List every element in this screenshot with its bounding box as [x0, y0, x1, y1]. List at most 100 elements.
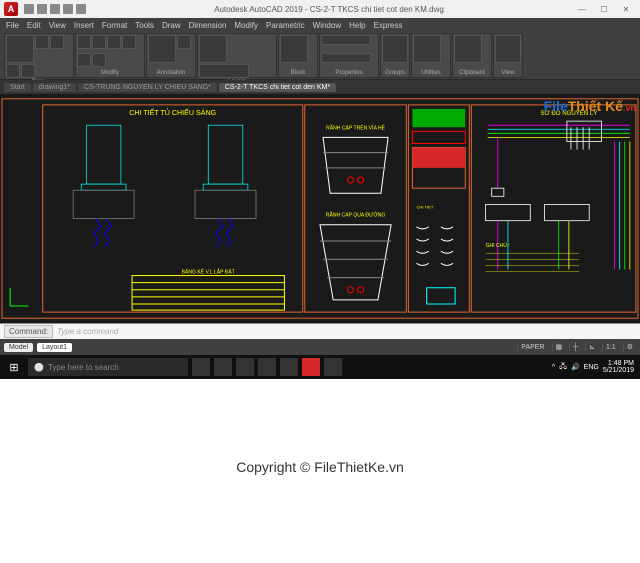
system-tray: ^ 🖧 🔊 ENG 1:48 PM 5/21/2019 [552, 360, 638, 374]
command-label: Command: [4, 325, 53, 338]
ribbon-panel-view: View [493, 33, 523, 78]
excel-icon[interactable] [280, 358, 298, 376]
layout-tab[interactable]: Layout1 [37, 343, 72, 352]
svg-text:CHI TIẾT TỦ CHIẾU SÁNG: CHI TIẾT TỦ CHIẾU SÁNG [129, 107, 216, 117]
insert-block-icon[interactable] [280, 35, 308, 63]
menu-file[interactable]: File [6, 21, 19, 30]
minimize-button[interactable]: — [572, 2, 592, 16]
ribbon-panel-utilities: Utilities [411, 33, 451, 78]
ribbon-panel-layers: Layers [197, 33, 277, 78]
tab-drawing1[interactable]: drawing1* [33, 83, 76, 92]
ribbon-panel-properties: Properties [319, 33, 379, 78]
command-line[interactable]: Command: Type a command [0, 323, 640, 339]
measure-icon[interactable] [413, 35, 441, 63]
text-icon[interactable] [148, 35, 176, 63]
mirror-icon[interactable] [122, 35, 136, 49]
base-view-icon[interactable] [495, 35, 521, 63]
tab-start[interactable]: Start [4, 83, 31, 92]
menu-parametric[interactable]: Parametric [266, 21, 305, 30]
menu-tools[interactable]: Tools [135, 21, 154, 30]
tab-cs-trung[interactable]: CS-TRUNG NGUYEN LY CHIEU SANG* [78, 83, 217, 92]
menubar: File Edit View Insert Format Tools Draw … [0, 18, 640, 32]
maximize-button[interactable]: ☐ [594, 2, 614, 16]
start-button[interactable]: ⊞ [2, 357, 26, 377]
trim-icon[interactable] [77, 53, 91, 67]
ribbon-label: Properties [321, 69, 377, 76]
rect-icon[interactable] [21, 64, 35, 78]
menu-edit[interactable]: Edit [27, 21, 41, 30]
paper-toggle[interactable]: PAPER [517, 344, 547, 351]
watermark-p2: Thiết Kế [568, 98, 623, 114]
svg-text:BẢNG KÊ V.L LẮP ĐẶT: BẢNG KÊ V.L LẮP ĐẶT [182, 268, 235, 276]
tab-cs-2-t[interactable]: CS-2-T TKCS chi tiet cot den KM* [219, 83, 336, 92]
circle-icon[interactable] [50, 35, 64, 49]
window-title: Autodesk AutoCAD 2019 - CS-2-T TKCS chi … [86, 5, 572, 14]
menu-help[interactable]: Help [349, 21, 365, 30]
arc-icon[interactable] [6, 64, 20, 78]
qat-open-icon[interactable] [37, 4, 47, 14]
ribbon: Draw Modify Annotation Layers Block Prop… [0, 32, 640, 80]
qat-save-icon[interactable] [50, 4, 60, 14]
ribbon-label: Clipboard [454, 69, 490, 76]
color-dd-icon[interactable] [321, 35, 371, 45]
tray-up-icon[interactable]: ^ [552, 364, 555, 371]
paste-icon[interactable] [454, 35, 482, 63]
close-button[interactable]: ✕ [616, 2, 636, 16]
grid-icon[interactable]: ▦ [552, 343, 566, 351]
group-icon[interactable] [382, 35, 408, 63]
tray-time[interactable]: 1:48 PM [603, 360, 634, 367]
tray-date[interactable]: 5/21/2019 [603, 367, 634, 374]
titlebar: A Autodesk AutoCAD 2019 - CS-2-T TKCS ch… [0, 0, 640, 18]
layer-dd-icon[interactable] [199, 64, 249, 78]
cad-drawing: CHI TIẾT TỦ CHIẾU SÁNG BẢNG KÊ V.L LẮP Đ… [0, 94, 640, 323]
ribbon-panel-block: Block [278, 33, 318, 78]
qat-undo-icon[interactable] [63, 4, 73, 14]
tray-lang[interactable]: ENG [584, 364, 599, 371]
scale-icon[interactable] [92, 53, 106, 67]
layer-props-icon[interactable] [199, 35, 227, 63]
menu-view[interactable]: View [49, 21, 66, 30]
qat-new-icon[interactable] [24, 4, 34, 14]
tray-net-icon[interactable]: 🖧 [559, 362, 567, 373]
autocad-icon[interactable] [302, 358, 320, 376]
rotate-icon[interactable] [107, 35, 121, 49]
ltype-dd-icon[interactable] [321, 53, 371, 63]
dim-icon[interactable] [177, 35, 191, 49]
move-icon[interactable] [77, 35, 91, 49]
search-icon: ⚪ [34, 363, 44, 372]
svg-text:GHI CHÚ :: GHI CHÚ : [486, 242, 510, 249]
command-input[interactable]: Type a command [57, 327, 118, 336]
gear-icon[interactable]: ⚙ [623, 343, 636, 351]
app-logo-icon[interactable]: A [4, 2, 18, 16]
snap-icon[interactable]: ┼ [569, 344, 581, 351]
menu-insert[interactable]: Insert [74, 21, 94, 30]
quick-access-toolbar [24, 4, 86, 14]
edge-icon[interactable] [258, 358, 276, 376]
document-tabs: Start drawing1* CS-TRUNG NGUYEN LY CHIEU… [0, 80, 640, 94]
tray-vol-icon[interactable]: 🔊 [571, 363, 580, 371]
store-icon[interactable] [236, 358, 254, 376]
explorer-icon[interactable] [214, 358, 232, 376]
qat-redo-icon[interactable] [76, 4, 86, 14]
menu-window[interactable]: Window [313, 21, 341, 30]
scale-display[interactable]: 1:1 [602, 344, 619, 351]
watermark-p1: File [544, 98, 568, 114]
ribbon-panel-clipboard: Clipboard [452, 33, 492, 78]
app-icon[interactable] [324, 358, 342, 376]
menu-express[interactable]: Express [374, 21, 403, 30]
menu-format[interactable]: Format [102, 21, 127, 30]
taskbar-search[interactable]: ⚪ Type here to search [28, 358, 188, 376]
drawing-viewport[interactable]: FileThiết Kế.vn CHI TIẾT TỦ CHIẾU SÁNG [0, 94, 640, 323]
menu-dimension[interactable]: Dimension [189, 21, 227, 30]
menu-modify[interactable]: Modify [234, 21, 258, 30]
menu-draw[interactable]: Draw [162, 21, 181, 30]
polyline-icon[interactable] [35, 35, 49, 49]
task-view-icon[interactable] [192, 358, 210, 376]
model-tab[interactable]: Model [4, 343, 33, 352]
copy-icon[interactable] [92, 35, 106, 49]
watermark-p3: .vn [623, 103, 636, 113]
windows-taskbar: ⊞ ⚪ Type here to search ^ 🖧 🔊 ENG 1:48 P… [0, 355, 640, 379]
line-tool-icon[interactable] [6, 35, 34, 63]
ribbon-panel-groups: Groups [380, 33, 410, 78]
ortho-icon[interactable]: ⊾ [585, 343, 598, 351]
